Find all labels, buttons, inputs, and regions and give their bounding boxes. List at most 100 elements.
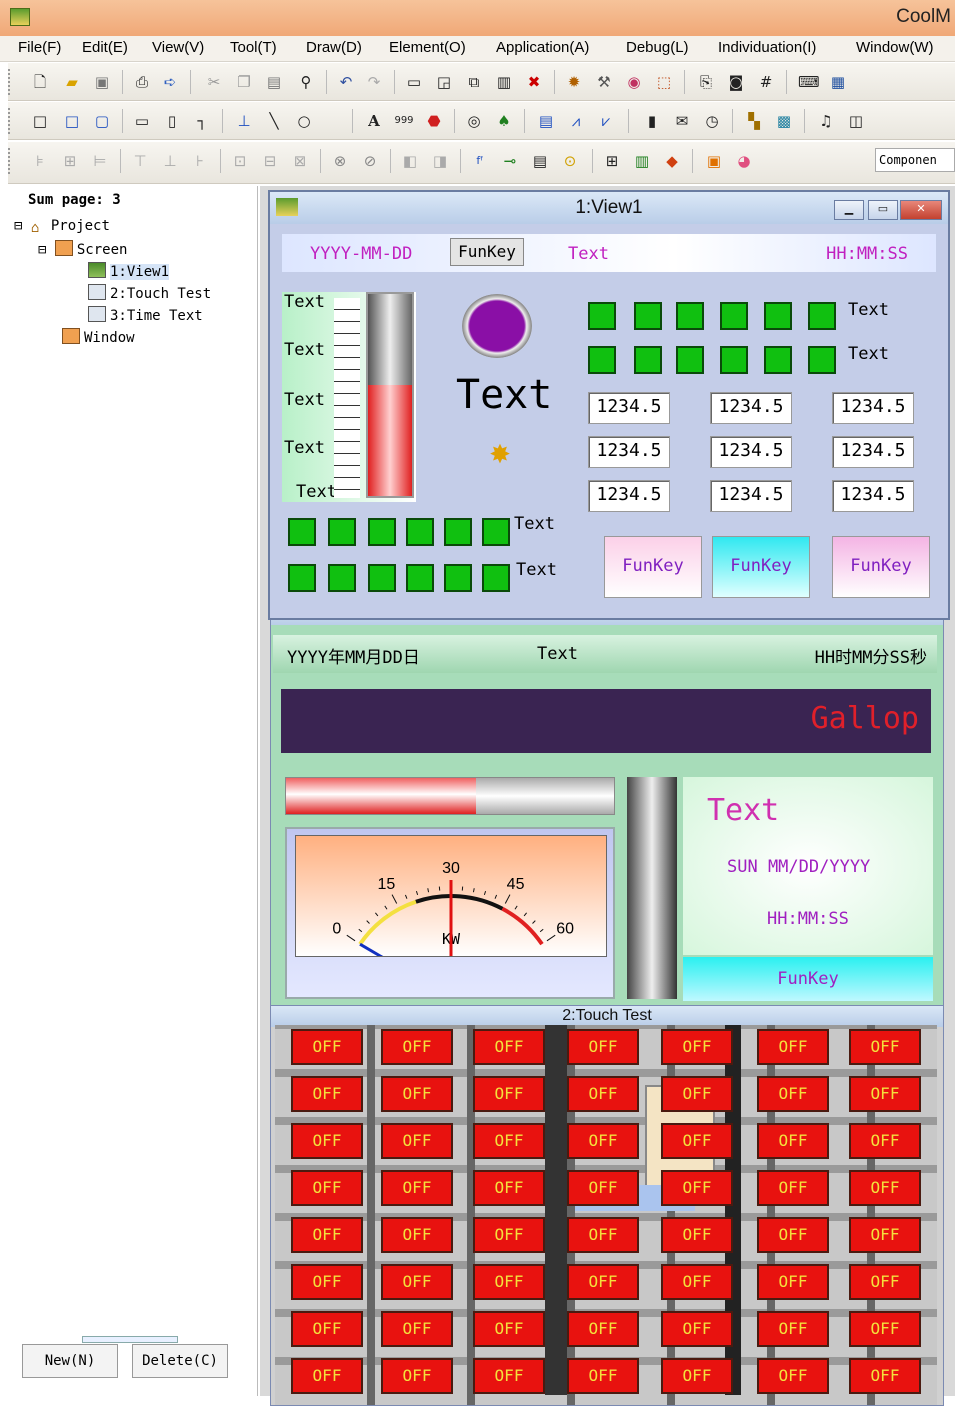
- off-toggle-button[interactable]: OFF: [381, 1217, 453, 1253]
- indicator-icon[interactable]: ◎: [464, 111, 484, 131]
- collapse-icon[interactable]: ⊟: [38, 242, 46, 258]
- view1-window[interactable]: 1:View1 ▁ ▭ ✕ YYYY-MM-DD FunKey Text HH:…: [268, 190, 950, 620]
- bring-front-icon[interactable]: ◧: [400, 151, 420, 171]
- panel-icon[interactable]: ◫: [846, 111, 866, 131]
- frame-icon[interactable]: ▢: [92, 111, 112, 131]
- component-box[interactable]: Componen: [875, 148, 955, 172]
- off-toggle-button[interactable]: OFF: [473, 1311, 545, 1347]
- off-toggle-button[interactable]: OFF: [661, 1076, 733, 1112]
- tree-screen[interactable]: ⊟ Screen: [38, 240, 127, 258]
- media-icon[interactable]: ▣: [704, 151, 724, 171]
- off-toggle-button[interactable]: OFF: [757, 1076, 829, 1112]
- off-toggle-button[interactable]: OFF: [661, 1311, 733, 1347]
- send-back-icon[interactable]: ◨: [430, 151, 450, 171]
- off-toggle-button[interactable]: OFF: [381, 1358, 453, 1394]
- off-toggle-button[interactable]: OFF: [849, 1123, 921, 1159]
- off-toggle-button[interactable]: OFF: [757, 1123, 829, 1159]
- same-size-icon[interactable]: ⊠: [290, 151, 310, 171]
- ellipse-icon[interactable]: ○: [294, 111, 314, 131]
- off-toggle-button[interactable]: OFF: [567, 1358, 639, 1394]
- polyline-icon[interactable]: ┐: [192, 111, 212, 131]
- edit-window-icon[interactable]: ◲: [434, 72, 454, 92]
- off-toggle-button[interactable]: OFF: [473, 1358, 545, 1394]
- funkey-button-3[interactable]: FunKey: [832, 536, 930, 598]
- font-icon[interactable]: ⬚: [654, 72, 674, 92]
- tree-project[interactable]: ⊟ ⌂Project: [14, 218, 110, 234]
- keyboard-icon[interactable]: ⌨: [798, 72, 818, 92]
- off-toggle-button[interactable]: OFF: [567, 1170, 639, 1206]
- time-text-window[interactable]: 3:Time Text YYYY年MM月DD日 Text HH时MM分SS秒 G…: [270, 604, 944, 1006]
- menu-element[interactable]: Element(O): [389, 39, 466, 56]
- scroll-indicator[interactable]: [82, 1336, 178, 1343]
- off-toggle-button[interactable]: OFF: [661, 1264, 733, 1300]
- line-icon[interactable]: ╲: [264, 111, 284, 131]
- off-toggle-button[interactable]: OFF: [381, 1076, 453, 1112]
- new-file-icon[interactable]: 🗋: [30, 72, 50, 92]
- off-toggle-button[interactable]: OFF: [291, 1217, 363, 1253]
- function-icon[interactable]: fᶠ: [470, 151, 490, 171]
- lock-icon[interactable]: ⊗: [330, 151, 350, 171]
- menu-window[interactable]: Window(W): [856, 39, 934, 56]
- undo-icon[interactable]: ↶: [336, 72, 356, 92]
- close-button[interactable]: ✕: [900, 200, 942, 220]
- off-toggle-button[interactable]: OFF: [661, 1170, 733, 1206]
- unlock-icon[interactable]: ⊘: [360, 151, 380, 171]
- minimize-button[interactable]: ▁: [834, 200, 864, 220]
- off-toggle-button[interactable]: OFF: [473, 1170, 545, 1206]
- off-toggle-button[interactable]: OFF: [757, 1170, 829, 1206]
- off-toggle-button[interactable]: OFF: [849, 1358, 921, 1394]
- picture-icon[interactable]: ▩: [774, 111, 794, 131]
- funkey-button-2[interactable]: FunKey: [712, 536, 810, 598]
- calendar-icon[interactable]: ▦: [828, 72, 848, 92]
- tree-page-time-text[interactable]: 3:Time Text: [88, 306, 203, 324]
- color-wheel-icon[interactable]: ◕: [734, 151, 754, 171]
- off-toggle-button[interactable]: OFF: [567, 1311, 639, 1347]
- export-icon[interactable]: ➪: [160, 72, 180, 92]
- align-bottom-icon[interactable]: ⊦: [190, 151, 210, 171]
- cut-icon[interactable]: ✂: [204, 72, 224, 92]
- database-icon[interactable]: ▥: [494, 72, 514, 92]
- off-toggle-button[interactable]: OFF: [567, 1123, 639, 1159]
- print-icon[interactable]: ⎙: [132, 72, 152, 92]
- off-toggle-button[interactable]: OFF: [473, 1123, 545, 1159]
- menu-individuation[interactable]: Individuation(I): [718, 39, 816, 56]
- off-toggle-button[interactable]: OFF: [661, 1029, 733, 1065]
- off-toggle-button[interactable]: OFF: [757, 1264, 829, 1300]
- delete-page-button[interactable]: Delete(C): [132, 1344, 228, 1378]
- compile-icon[interactable]: ✹: [564, 72, 584, 92]
- grid-icon[interactable]: #: [756, 72, 776, 92]
- bar-meter-icon[interactable]: ▮: [642, 111, 662, 131]
- off-toggle-button[interactable]: OFF: [661, 1358, 733, 1394]
- menu-draw[interactable]: Draw(D): [306, 39, 362, 56]
- off-toggle-button[interactable]: OFF: [291, 1123, 363, 1159]
- align-top-icon[interactable]: ⊤: [130, 151, 150, 171]
- rect-3d-icon[interactable]: □: [62, 111, 82, 131]
- palette-icon[interactable]: ◉: [624, 72, 644, 92]
- off-toggle-button[interactable]: OFF: [291, 1358, 363, 1394]
- tree-page-view1[interactable]: 1:View1: [88, 262, 169, 280]
- off-toggle-button[interactable]: OFF: [473, 1264, 545, 1300]
- menu-application[interactable]: Application(A): [496, 39, 589, 56]
- off-toggle-button[interactable]: OFF: [381, 1264, 453, 1300]
- same-height-icon[interactable]: ⊟: [260, 151, 280, 171]
- new-page-button[interactable]: New(N): [22, 1344, 118, 1378]
- toolbar-grip[interactable]: [8, 69, 13, 95]
- page-icon[interactable]: ⎘: [696, 72, 716, 92]
- off-toggle-button[interactable]: OFF: [757, 1311, 829, 1347]
- diamond-icon[interactable]: ◆: [662, 151, 682, 171]
- off-toggle-button[interactable]: OFF: [473, 1217, 545, 1253]
- align-left-icon[interactable]: ⊧: [30, 151, 50, 171]
- off-toggle-button[interactable]: OFF: [661, 1217, 733, 1253]
- tree-page-touch-test[interactable]: 2:Touch Test: [88, 284, 211, 302]
- off-toggle-button[interactable]: OFF: [291, 1029, 363, 1065]
- redo-icon[interactable]: ↷: [364, 72, 384, 92]
- paste-icon[interactable]: ▤: [264, 72, 284, 92]
- off-toggle-button[interactable]: OFF: [473, 1076, 545, 1112]
- number-icon[interactable]: 999: [394, 111, 414, 131]
- recipe-icon[interactable]: ◙: [726, 72, 746, 92]
- vline-icon[interactable]: ▯: [162, 111, 182, 131]
- off-toggle-button[interactable]: OFF: [291, 1076, 363, 1112]
- off-toggle-button[interactable]: OFF: [567, 1029, 639, 1065]
- find-icon[interactable]: ⚲: [296, 72, 316, 92]
- window-icon[interactable]: ▭: [404, 72, 424, 92]
